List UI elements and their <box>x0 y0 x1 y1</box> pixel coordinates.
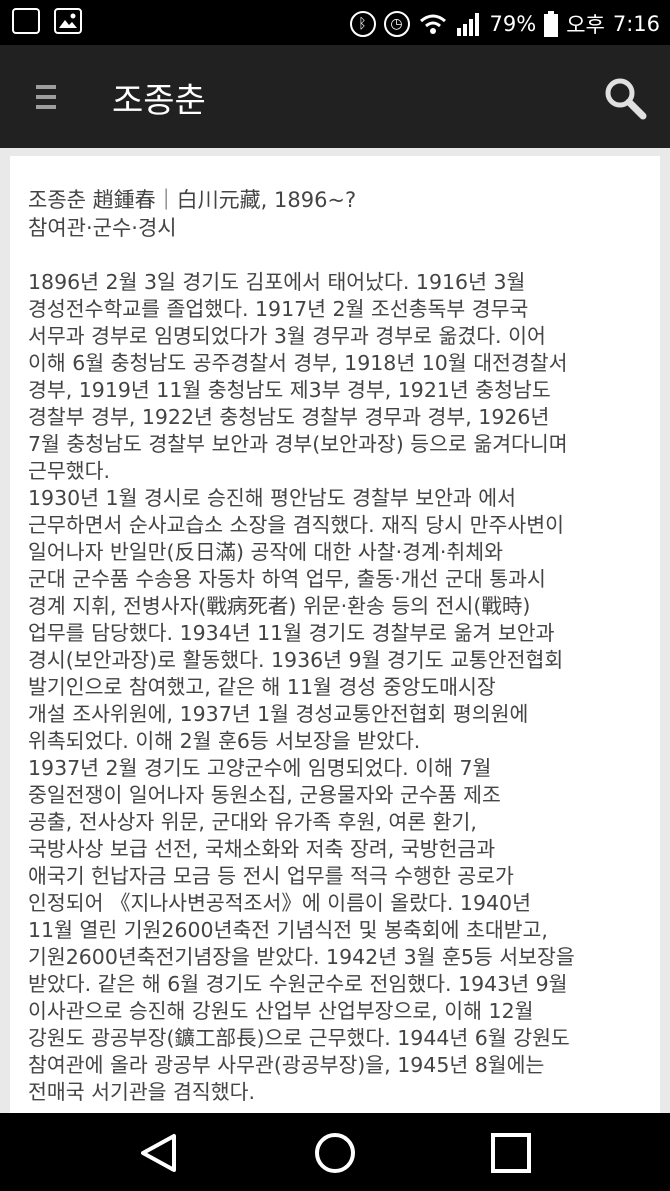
signal-icon <box>456 13 479 36</box>
text-line: 발기인으로 참여했고, 같은 해 11월 경성 중앙도매시장 <box>28 675 496 699</box>
text-line: 1896년 2월 3일 경기도 김포에서 태어났다. 1916년 3월 <box>28 270 526 294</box>
page-title: 조종춘 <box>112 81 206 121</box>
text-line: 서무과 경부로 임명되었다가 3월 경무과 경부로 옮겼다. 이어 <box>28 324 546 348</box>
battery-percent: 79% <box>489 12 537 36</box>
paragraph-3: 1937년 2월 경기도 고양군수에 임명되었다. 이해 7월 중일전쟁이 일어… <box>28 755 642 1106</box>
text-line: 업무를 담당했다. 1934년 11월 경기도 경찰부로 옮겨 보안과 <box>28 621 555 645</box>
back-icon[interactable] <box>136 1130 182 1176</box>
text-line: 11월 열린 기원2600년축전 기념식전 및 봉축회에 초대받고, <box>28 918 548 942</box>
text-line: 강원도 광공부장(鑛工部長)으로 근무했다. 1944년 6월 강원도 <box>28 1026 570 1050</box>
alarm-icon: ◷ <box>383 11 410 37</box>
text-line: 일어나자 반일만(反日滿) 공작에 대한 사찰·경계·취체와 <box>28 540 503 564</box>
clock-time: 7:16 <box>612 12 660 36</box>
text-line: 경계 지휘, 전병사자(戰病死者) 위문·환송 등의 전시(戰時) <box>28 594 531 618</box>
recent-apps-icon[interactable] <box>488 1130 534 1176</box>
app-bar: 조종춘 <box>0 45 670 148</box>
text-line: 경부, 1919년 11월 충청남도 제3부 경부, 1921년 충청남도 <box>28 378 551 402</box>
article-header: 조종춘 趙鍾春｜白川元藏, 1896~? <box>28 188 357 212</box>
text-line: 인정되어 《지나사변공적조서》에 이름이 올랐다. 1940년 <box>28 891 531 915</box>
text-line: 개설 조사위원에, 1937년 1월 경성교통안전협회 평의원에 <box>28 702 529 726</box>
text-line: 근무하면서 순사교습소 소장을 겸직했다. 재직 당시 만주사변이 <box>28 513 564 537</box>
status-bar: ᛒ ◷ 79% 오후 7:16 <box>0 0 670 45</box>
text-line: 받았다. 같은 해 6월 경기도 수원군수로 전임했다. 1943년 9월 <box>28 972 568 996</box>
navigation-bar <box>0 1113 670 1191</box>
time-ampm: 오후 <box>566 13 605 37</box>
text-line: 경성전수학교를 졸업했다. 1917년 2월 조선총독부 경무국 <box>28 297 529 321</box>
bluetooth-icon: ᛒ <box>349 11 376 37</box>
text-line: 중일전쟁이 일어나자 동원소집, 군용물자와 군수품 제조 <box>28 783 501 807</box>
wifi-icon <box>419 14 446 34</box>
text-line: 7월 충청남도 경찰부 보안과 경부(보안과장) 등으로 옮겨다니며 <box>28 432 568 456</box>
text-line: 애국기 헌납자금 모금 등 전시 업무를 적극 수행한 공로가 <box>28 864 514 888</box>
text-line: 위촉되었다. 이해 2월 훈6등 서보장을 받았다. <box>28 729 421 753</box>
text-line: 이사관으로 승진해 강원도 산업부 산업부장으로, 이해 12월 <box>28 999 534 1023</box>
text-line: 국방사상 보급 선전, 국채소화와 저축 장려, 국방헌금과 <box>28 837 496 861</box>
text-line: 참여관에 올라 광공부 사무관(광공부장)을, 1945년 8월에는 <box>28 1053 545 1077</box>
text-line: 전매국 서기관을 겸직했다. <box>28 1080 256 1104</box>
article-subheader: 참여관·군수·경시 <box>28 216 177 240</box>
menu-icon[interactable] <box>36 85 56 115</box>
paragraph-1: 1896년 2월 3일 경기도 김포에서 태어났다. 1916년 3월 경성전수… <box>28 269 642 485</box>
content-area[interactable]: 조종춘 趙鍾春｜白川元藏, 1896~? 참여관·군수·경시 1896년 2월 … <box>0 148 670 1116</box>
text-line: 공출, 전사상자 위문, 군대와 유가족 후원, 여론 환기, <box>28 810 477 834</box>
text-line: 기원2600년축전기념장을 받았다. 1942년 3월 훈5등 서보장을 <box>28 945 575 969</box>
search-icon[interactable] <box>602 75 648 121</box>
text-line: 경시(보안과장)로 활동했다. 1936년 9월 경기도 교통안전협회 <box>28 648 564 672</box>
text-line: 1937년 2월 경기도 고양군수에 임명되었다. 이해 7월 <box>28 756 492 780</box>
u-plus-app-icon <box>12 8 40 34</box>
text-line: 1930년 1월 경시로 승진해 평안남도 경찰부 보안과 에서 <box>28 486 517 510</box>
text-line: 군대 군수품 수송용 자동차 하역 업무, 출동·개선 군대 통과시 <box>28 567 546 591</box>
article-card: 조종춘 趙鍾春｜白川元藏, 1896~? 참여관·군수·경시 1896년 2월 … <box>10 156 660 1116</box>
gallery-notification-icon <box>54 8 82 34</box>
paragraph-2: 1930년 1월 경시로 승진해 평안남도 경찰부 보안과 에서 근무하면서 순… <box>28 485 642 755</box>
text-line: 경찰부 경부, 1922년 충청남도 경찰부 경무과 경부, 1926년 <box>28 405 550 429</box>
battery-icon <box>544 11 559 37</box>
home-icon[interactable] <box>312 1130 358 1176</box>
text-line: 이해 6월 충청남도 공주경찰서 경부, 1918년 10월 대전경찰서 <box>28 351 568 375</box>
text-line: 근무했다. <box>28 459 110 483</box>
